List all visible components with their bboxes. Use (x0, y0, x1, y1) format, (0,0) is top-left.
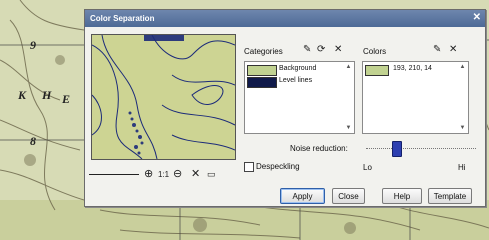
map-grid-label: 8 (30, 134, 36, 148)
preview-map-image (92, 35, 235, 159)
map-text-label: K (18, 88, 27, 102)
map-text-label: E (62, 92, 71, 106)
magic-select-icon[interactable]: ⟳ (317, 44, 325, 55)
dialog-title: Color Separation (90, 14, 155, 23)
zoom-out-icon[interactable]: ⊖ (173, 167, 182, 180)
noise-reduction-label: Noise reduction: (290, 144, 348, 153)
category-label: Background (279, 65, 317, 72)
category-label: Level lines (279, 77, 313, 84)
clear-icon[interactable]: ✕ (191, 167, 200, 180)
map-grid-label: 9 (30, 38, 36, 52)
color-value: 193, 210, 14 (393, 65, 432, 72)
window-icon[interactable]: ▭ (207, 169, 216, 180)
scroll-down-icon[interactable]: ▼ (344, 125, 353, 131)
color-swatch (247, 77, 277, 88)
help-button[interactable]: Help (382, 188, 422, 204)
delete-color-icon[interactable]: ✕ (449, 44, 457, 55)
noise-reduction-slider-track[interactable] (366, 148, 476, 149)
categories-list[interactable]: Background Level lines ▲ ▼ (244, 61, 355, 134)
categories-label: Categories (244, 47, 283, 56)
eyedropper-icon[interactable]: ✎ (303, 44, 311, 55)
scroll-up-icon[interactable]: ▲ (458, 64, 467, 70)
color-swatch (247, 65, 277, 76)
preview-pane[interactable] (91, 34, 236, 160)
map-text-label: H (42, 88, 52, 102)
close-icon[interactable]: ✕ (473, 12, 481, 23)
despeckling-label: Despeckling (256, 162, 300, 171)
preview-zoom-divider (89, 174, 139, 175)
template-button[interactable]: Template (428, 188, 472, 204)
slider-max-label: Hi (458, 163, 466, 172)
scroll-down-icon[interactable]: ▼ (458, 125, 467, 131)
color-item[interactable]: 193, 210, 14 (365, 64, 455, 76)
zoom-in-icon[interactable]: ⊕ (144, 167, 153, 180)
colors-label: Colors (363, 47, 387, 56)
close-button[interactable]: Close (332, 188, 365, 204)
category-item-level-lines[interactable]: Level lines (247, 76, 343, 88)
dialog-titlebar[interactable]: Color Separation ✕ (85, 10, 485, 27)
colors-list[interactable]: 193, 210, 14 ▲ ▼ (362, 61, 469, 134)
noise-reduction-slider-thumb[interactable] (392, 141, 402, 157)
scroll-up-icon[interactable]: ▲ (344, 64, 353, 70)
delete-category-icon[interactable]: ✕ (334, 44, 342, 55)
category-item-background[interactable]: Background (247, 64, 343, 76)
slider-min-label: Lo (363, 163, 372, 172)
despeckling-checkbox[interactable] (244, 162, 254, 172)
color-swatch (365, 65, 389, 76)
zoom-fit-icon[interactable]: 1:1 (158, 170, 169, 179)
apply-button[interactable]: Apply (280, 188, 325, 204)
eyedropper-icon[interactable]: ✎ (433, 44, 441, 55)
color-separation-dialog: Color Separation ✕ ⊕ 1:1 ⊖ ✕ ▭ Categorie… (84, 9, 486, 207)
